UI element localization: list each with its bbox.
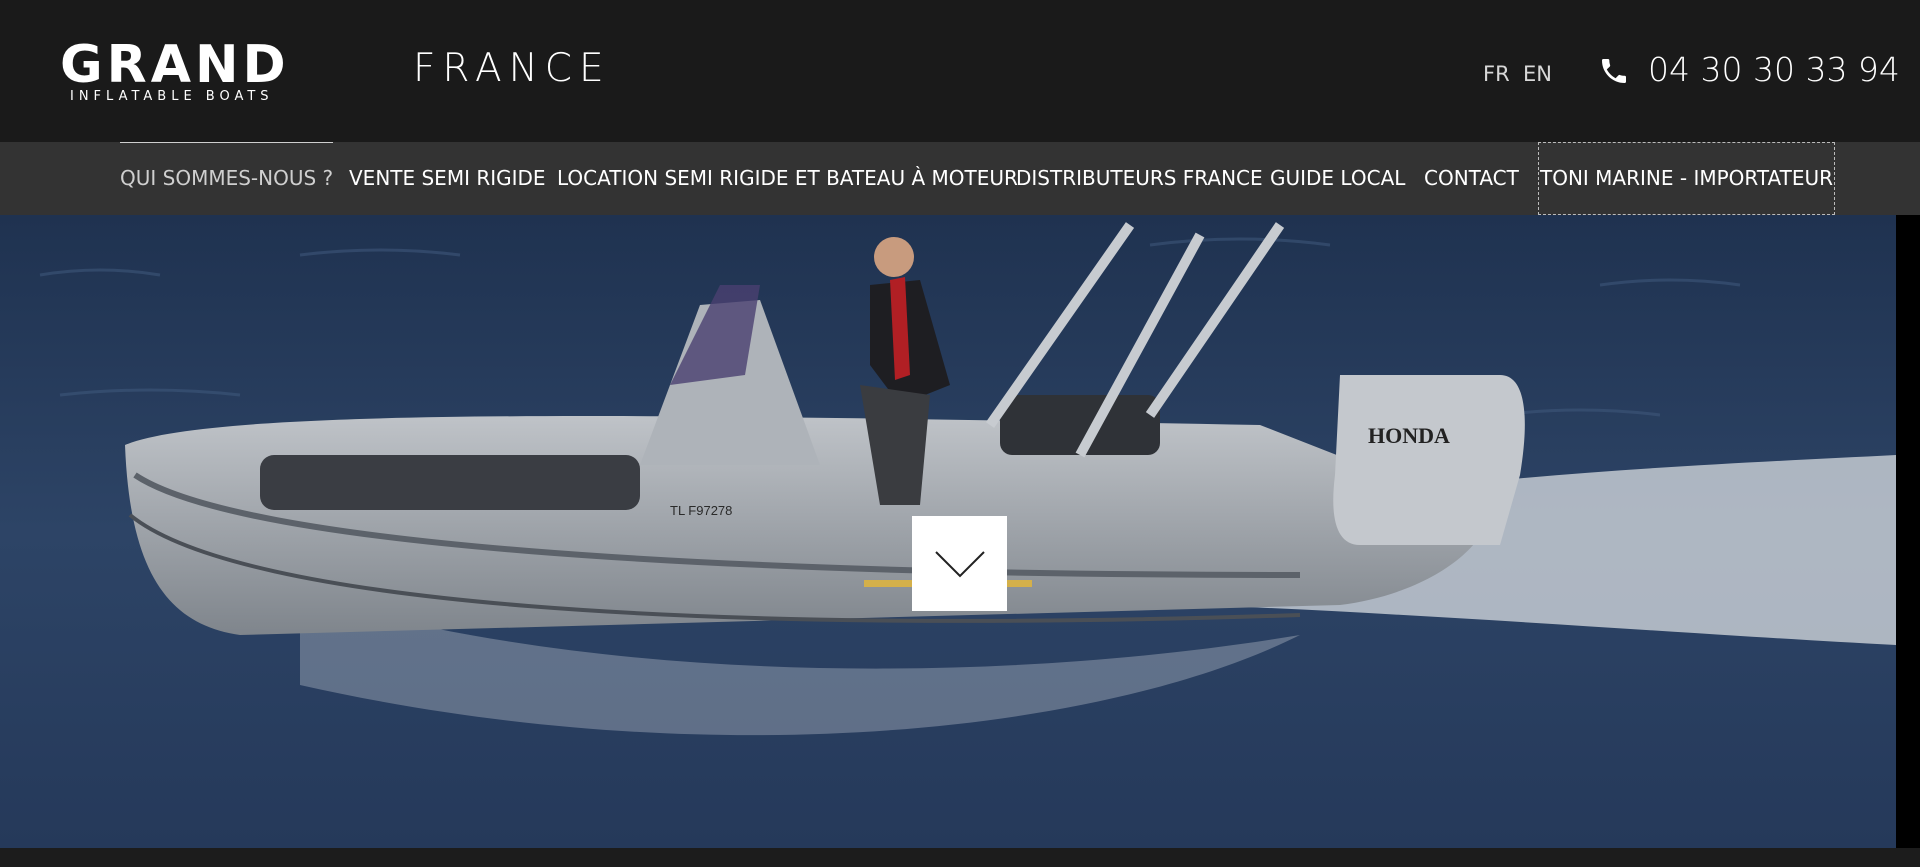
nav-item-guide-local[interactable]: GUIDE LOCAL xyxy=(1270,142,1405,215)
brand-region: FRANCE xyxy=(413,46,611,91)
nav-item-distributeurs[interactable]: DISTRIBUTEURS FRANCE xyxy=(1016,142,1263,215)
svg-text:GRAND: GRAND xyxy=(60,38,290,95)
main-nav: QUI SOMMES-NOUS ? VENTE SEMI RIGIDE LOCA… xyxy=(0,142,1920,215)
hero-edge xyxy=(1896,215,1920,848)
nav-item-toni-marine[interactable]: TONI MARINE - IMPORTATEUR xyxy=(1538,142,1836,215)
svg-text:TL F97278: TL F97278 xyxy=(670,503,732,518)
lang-fr[interactable]: FR xyxy=(1483,62,1510,86)
lang-en[interactable]: EN xyxy=(1523,62,1552,86)
footer-strip xyxy=(0,848,1920,867)
accent-bar-left xyxy=(864,580,912,587)
grand-logo[interactable]: GRAND INFLATABLE BOATS xyxy=(60,38,390,104)
accent-bar-right xyxy=(1007,580,1032,587)
nav-item-location[interactable]: LOCATION SEMI RIGIDE ET BATEAU À MOTEUR xyxy=(557,142,1018,215)
phone-icon xyxy=(1602,59,1626,83)
nav-item-vente-semi-rigide[interactable]: VENTE SEMI RIGIDE xyxy=(349,142,546,215)
phone-number[interactable]: 04 30 30 33 94 xyxy=(1648,50,1900,89)
site-header: GRAND INFLATABLE BOATS FRANCE FR EN 04 3… xyxy=(0,0,1920,142)
nav-item-contact[interactable]: CONTACT xyxy=(1424,142,1519,215)
scroll-down-button[interactable] xyxy=(912,516,1007,611)
svg-text:INFLATABLE BOATS: INFLATABLE BOATS xyxy=(70,89,274,104)
svg-text:HONDA: HONDA xyxy=(1368,423,1450,448)
nav-item-qui-sommes-nous[interactable]: QUI SOMMES-NOUS ? xyxy=(120,142,334,215)
chevron-down-icon xyxy=(934,550,985,577)
